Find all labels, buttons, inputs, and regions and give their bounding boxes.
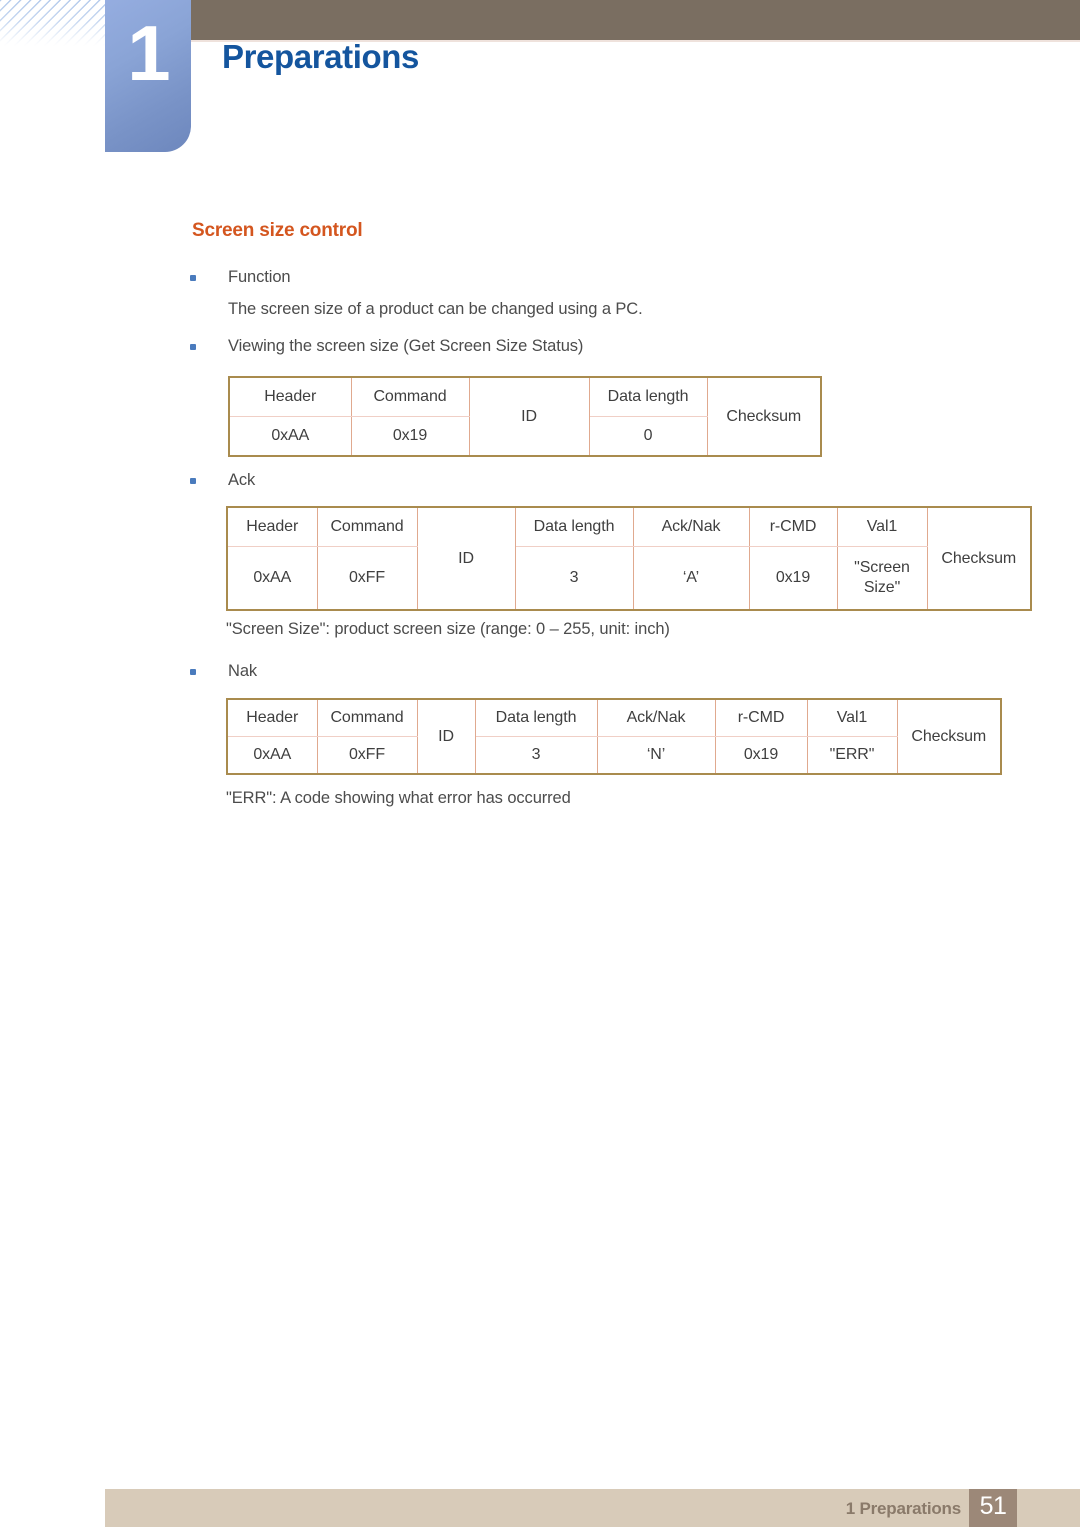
cell-header-ack-nak: Ack/Nak: [632, 506, 750, 547]
cell-header-data-length: Data length: [474, 698, 598, 737]
note-err: "ERR": A code showing what error has occ…: [226, 789, 571, 807]
cell-header-data-length: Data length: [514, 506, 634, 547]
table-row: 0xAA 0xFF 3 ‘A’ 0x19 "Screen Size": [226, 546, 1031, 611]
cell-header-header: Header: [226, 698, 318, 737]
table-row: 0xAA 0xFF 3 ‘N’ 0x19 "ERR": [226, 736, 1001, 775]
table-ack: Header Command ID Data length Ack/Nak r-…: [226, 506, 1032, 611]
cell-value-ack-nak: ‘N’: [596, 736, 716, 775]
cell-value-header: 0xAA: [226, 546, 318, 611]
cell-header-command: Command: [316, 698, 418, 737]
cell-header-val1: Val1: [806, 698, 898, 737]
cell-value-val1: "ERR": [806, 736, 898, 775]
bullet-marker-function: [190, 275, 196, 281]
table-row: Header Command ID Data length Checksum: [228, 376, 822, 456]
cell-header-ack-nak: Ack/Nak: [596, 698, 716, 737]
table-row: Header Command ID Data length Ack/Nak r-…: [226, 506, 1032, 610]
cell-value-ack-nak: ‘A’: [632, 546, 750, 611]
cell-header-r-cmd: r-CMD: [748, 506, 838, 547]
cell-header-id: ID: [416, 507, 516, 610]
cell-header-id: ID: [468, 377, 590, 456]
bullet-text-ack: Ack: [228, 471, 256, 489]
cell-header-val1: Val1: [836, 506, 928, 547]
cell-value-data-length: 3: [514, 546, 634, 611]
cell-value-command: 0x19: [350, 416, 470, 457]
cell-header-r-cmd: r-CMD: [714, 698, 808, 737]
cell-value-r-cmd: 0x19: [714, 736, 808, 775]
table-row: Header Command ID Data length Ack/Nak r-…: [226, 698, 1002, 774]
footer-chapter-label: 1 Preparations: [845, 1499, 962, 1518]
cell-header-command: Command: [316, 506, 418, 547]
page-content: Screen size control Function The screen …: [0, 0, 1080, 1527]
cell-header-checksum: Checksum: [926, 507, 1032, 610]
bullet-text-nak: Nak: [228, 662, 258, 680]
cell-value-header: 0xAA: [228, 416, 352, 457]
note-screen-size: "Screen Size": product screen size (rang…: [226, 620, 670, 638]
section-heading: Screen size control: [192, 220, 363, 241]
cell-value-command: 0xFF: [316, 546, 418, 611]
cell-header-checksum: Checksum: [896, 699, 1002, 774]
cell-header-id: ID: [416, 699, 476, 774]
cell-value-val1: "Screen Size": [836, 546, 928, 611]
table-nak: Header Command ID Data length Ack/Nak r-…: [226, 698, 1002, 775]
bullet-text-viewing: Viewing the screen size (Get Screen Size…: [228, 337, 584, 355]
cell-header-header: Header: [226, 506, 318, 547]
cell-value-r-cmd: 0x19: [748, 546, 838, 611]
cell-value-data-length: 0: [588, 416, 708, 457]
cell-header-data-length: Data length: [588, 376, 708, 417]
cell-value-data-length: 3: [474, 736, 598, 775]
footer-page-number: 51: [979, 1492, 1007, 1520]
cell-header-checksum: Checksum: [706, 377, 822, 456]
cell-value-command: 0xFF: [316, 736, 418, 775]
bullet-marker-nak: [190, 669, 196, 675]
table-get-screen-size-status: Header Command ID Data length Checksum 0…: [228, 376, 822, 457]
cell-value-header: 0xAA: [226, 736, 318, 775]
cell-header-command: Command: [350, 376, 470, 417]
bullet-text-function: Function: [228, 268, 291, 286]
cell-header-header: Header: [228, 376, 352, 417]
function-description: The screen size of a product can be chan…: [228, 300, 643, 318]
bullet-marker-ack: [190, 478, 196, 484]
bullet-marker-viewing: [190, 344, 196, 350]
